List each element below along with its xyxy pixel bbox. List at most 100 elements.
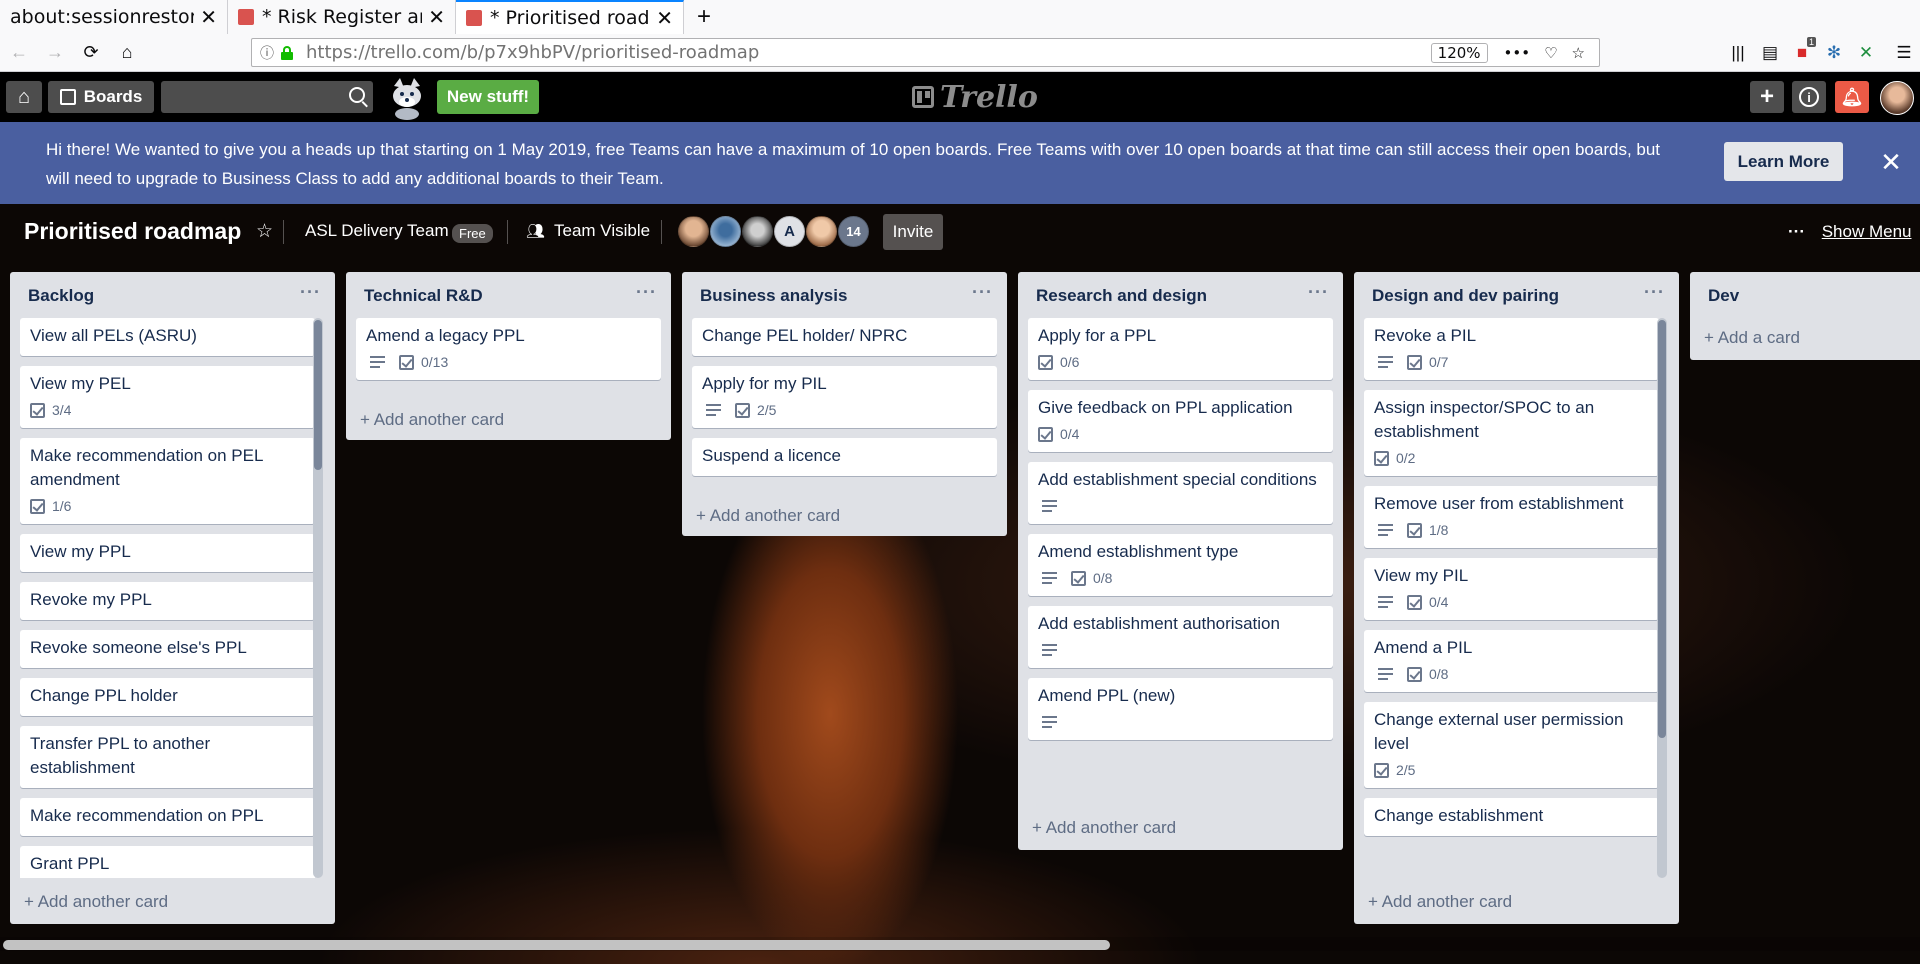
board-horizontal-scrollbar[interactable] — [0, 937, 1920, 951]
card[interactable]: View my PIL 0/4 — [1364, 558, 1659, 620]
list-menu-icon[interactable]: ··· — [300, 282, 321, 303]
list-title[interactable]: Dev — [1708, 286, 1739, 306]
browser-tab-active[interactable]: * Prioritised roadm ✕ — [456, 0, 684, 34]
page-actions-icon[interactable]: ••• — [1504, 44, 1531, 62]
card[interactable]: Make recommendation on PPL — [20, 798, 315, 836]
search-icon[interactable] — [349, 87, 365, 103]
more-members-count[interactable]: 14 — [838, 216, 869, 247]
add-card-button[interactable]: + Add a card — [1704, 328, 1800, 348]
list-menu-icon[interactable]: ··· — [1308, 282, 1329, 303]
card[interactable]: Change PEL holder/ NPRC — [692, 318, 997, 356]
add-card-button[interactable]: + Add another card — [24, 892, 168, 912]
board-title[interactable]: Prioritised roadmap — [24, 218, 241, 245]
card[interactable]: Suspend a licence — [692, 438, 997, 476]
pocket-icon[interactable]: ♡ — [1544, 44, 1557, 62]
back-arrow-icon[interactable]: ← — [2, 38, 36, 68]
home-button[interactable]: ⌂ — [6, 81, 42, 113]
scrollbar-thumb[interactable] — [314, 320, 322, 470]
bookmark-star-icon[interactable]: ☆ — [1572, 44, 1585, 62]
learn-more-button[interactable]: Learn More — [1724, 142, 1843, 181]
visibility-label[interactable]: Team Visible — [554, 221, 650, 241]
list-title[interactable]: Research and design — [1036, 286, 1207, 306]
home-icon[interactable]: ⌂ — [110, 38, 144, 68]
card[interactable]: View my PPL — [20, 534, 315, 572]
reload-icon[interactable]: ⟳ — [74, 38, 108, 68]
team-visibility-icon[interactable]: 👥︎ — [526, 222, 545, 240]
list-menu-icon[interactable]: ··· — [636, 282, 657, 303]
card[interactable]: Amend establishment type 0/8 — [1028, 534, 1333, 596]
member-avatar[interactable] — [742, 216, 773, 247]
card[interactable]: Change external user permission level 2/… — [1364, 702, 1659, 788]
user-avatar[interactable] — [1880, 81, 1914, 115]
add-card-button[interactable]: + Add another card — [1368, 892, 1512, 912]
list-menu-icon[interactable]: ··· — [972, 282, 993, 303]
notifications-button[interactable]: 🔔︎ — [1835, 81, 1869, 113]
card[interactable]: Transfer PPL to another establishment — [20, 726, 315, 788]
add-card-button[interactable]: + Add another card — [1032, 818, 1176, 838]
list-scrollbar[interactable] — [1657, 318, 1667, 878]
lock-icon[interactable] — [280, 45, 294, 60]
card[interactable]: Assign inspector/SPOC to an establishmen… — [1364, 390, 1659, 476]
card[interactable]: Change PPL holder — [20, 678, 315, 716]
close-tab-icon[interactable]: ✕ — [200, 5, 217, 29]
browser-tab[interactable]: * Risk Register and ✕ — [228, 0, 456, 34]
close-banner-icon[interactable]: ✕ — [1878, 149, 1904, 175]
extension-icon[interactable]: ✕ — [1850, 43, 1882, 63]
member-avatar[interactable]: A — [774, 216, 805, 247]
member-avatar[interactable] — [678, 216, 709, 247]
invite-button[interactable]: Invite — [883, 214, 943, 250]
scrollbar-thumb[interactable] — [1658, 320, 1666, 738]
card[interactable]: View my PEL 3/4 — [20, 366, 315, 428]
close-tab-icon[interactable]: ✕ — [428, 5, 445, 29]
list-scrollbar[interactable] — [313, 318, 323, 878]
card[interactable]: Apply for my PIL 2/5 — [692, 366, 997, 428]
menu-icon[interactable]: ☰ — [1888, 43, 1920, 63]
close-tab-icon[interactable]: ✕ — [656, 6, 673, 30]
card[interactable]: Revoke my PPL — [20, 582, 315, 620]
card[interactable]: Amend a legacy PPL 0/13 — [356, 318, 661, 380]
member-avatar[interactable] — [710, 216, 741, 247]
card[interactable]: Change establishment — [1364, 798, 1659, 836]
create-button[interactable]: + — [1750, 81, 1784, 113]
card[interactable]: View all PELs (ASRU) — [20, 318, 315, 356]
scrollbar-thumb[interactable] — [3, 940, 1110, 950]
show-menu-button[interactable]: ··· Show Menu — [1788, 222, 1912, 242]
search-input[interactable] — [161, 81, 373, 113]
card[interactable]: Give feedback on PPL application 0/4 — [1028, 390, 1333, 452]
add-card-button[interactable]: + Add another card — [360, 410, 504, 430]
list-menu-icon[interactable]: ··· — [1644, 282, 1665, 303]
card[interactable]: Remove user from establishment 1/8 — [1364, 486, 1659, 548]
card[interactable]: Amend a PIL 0/8 — [1364, 630, 1659, 692]
url-bar[interactable]: ⓘ https://trello.com/b/p7x9hbPV/prioriti… — [251, 38, 1600, 67]
sidebar-icon[interactable]: ▤ — [1754, 43, 1786, 63]
card[interactable]: Amend PPL (new) — [1028, 678, 1333, 740]
star-icon[interactable]: ☆ — [256, 220, 273, 243]
forward-arrow-icon[interactable]: → — [38, 38, 72, 68]
trello-logo[interactable]: Trello — [912, 80, 1038, 115]
card[interactable]: Apply for a PPL 0/6 — [1028, 318, 1333, 380]
card[interactable]: Revoke someone else's PPL — [20, 630, 315, 668]
card[interactable]: Grant PPL — [20, 846, 315, 878]
browser-tab[interactable]: about:sessionrestore ✕ — [0, 0, 228, 34]
taco-mascot-icon[interactable] — [386, 76, 428, 120]
card[interactable]: Revoke a PIL 0/7 — [1364, 318, 1659, 380]
new-stuff-button[interactable]: New stuff! — [437, 80, 539, 114]
list-title[interactable]: Technical R&D — [364, 286, 483, 306]
card[interactable]: Add establishment authorisation — [1028, 606, 1333, 668]
add-card-button[interactable]: + Add another card — [696, 506, 840, 526]
new-tab-button[interactable]: + — [684, 0, 724, 34]
list-title[interactable]: Backlog — [28, 286, 94, 306]
boards-button[interactable]: Boards — [48, 81, 154, 113]
zoom-level[interactable]: 120% — [1430, 42, 1488, 63]
library-icon[interactable]: ||| — [1722, 43, 1754, 63]
list-title[interactable]: Design and dev pairing — [1372, 286, 1559, 306]
url-text[interactable]: https://trello.com/b/p7x9hbPV/prioritise… — [306, 42, 1431, 63]
info-icon[interactable]: ⓘ — [260, 43, 274, 63]
card[interactable]: Add establishment special conditions — [1028, 462, 1333, 524]
list-title[interactable]: Business analysis — [700, 286, 847, 306]
team-name[interactable]: ASL Delivery Team — [305, 221, 449, 241]
extension-icon[interactable]: ✻ — [1818, 43, 1850, 63]
member-avatar[interactable] — [806, 216, 837, 247]
info-button[interactable]: i — [1792, 81, 1826, 113]
card[interactable]: Make recommendation on PEL amendment 1/6 — [20, 438, 315, 524]
